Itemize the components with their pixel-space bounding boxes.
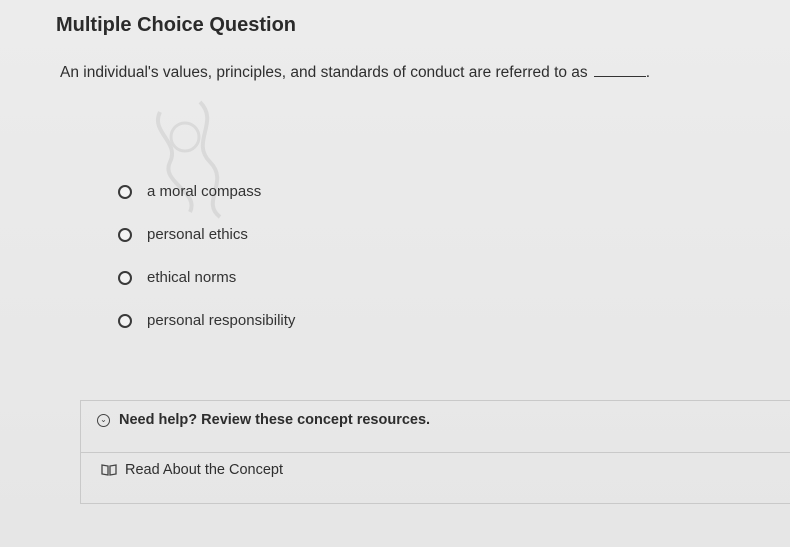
- radio-button[interactable]: [118, 270, 132, 285]
- answer-blank: [593, 64, 646, 77]
- radio-button[interactable]: [118, 313, 132, 328]
- option-label: a moral compass: [147, 183, 262, 200]
- option-label: personal responsibility: [147, 312, 296, 329]
- question-end-punct: .: [645, 64, 650, 81]
- option-b[interactable]: personal ethics: [118, 213, 295, 256]
- question-text: An individual's values, principles, and …: [60, 64, 588, 81]
- radio-button[interactable]: [118, 184, 132, 199]
- help-toggle[interactable]: ⌄ Need help? Review these concept resour…: [97, 412, 430, 428]
- answer-options: a moral compass personal ethics ethical …: [118, 170, 295, 342]
- option-d[interactable]: personal responsibility: [118, 299, 295, 342]
- option-label: ethical norms: [147, 269, 237, 286]
- help-bottom-divider: [81, 503, 790, 504]
- read-concept-link[interactable]: Read About the Concept: [101, 462, 283, 478]
- option-c[interactable]: ethical norms: [118, 256, 295, 299]
- chevron-down-circle-icon: ⌄: [97, 413, 110, 427]
- help-middle-divider: [81, 452, 790, 453]
- page-title: Multiple Choice Question: [56, 14, 297, 36]
- question-prompt: An individual's values, principles, and …: [60, 64, 780, 82]
- read-concept-label: Read About the Concept: [125, 462, 284, 478]
- help-resources-panel: ⌄ Need help? Review these concept resour…: [80, 400, 790, 504]
- radio-button[interactable]: [118, 227, 132, 242]
- help-toggle-label: Need help? Review these concept resource…: [119, 412, 431, 428]
- book-icon: [101, 464, 117, 476]
- option-label: personal ethics: [147, 226, 248, 243]
- option-a[interactable]: a moral compass: [118, 170, 295, 213]
